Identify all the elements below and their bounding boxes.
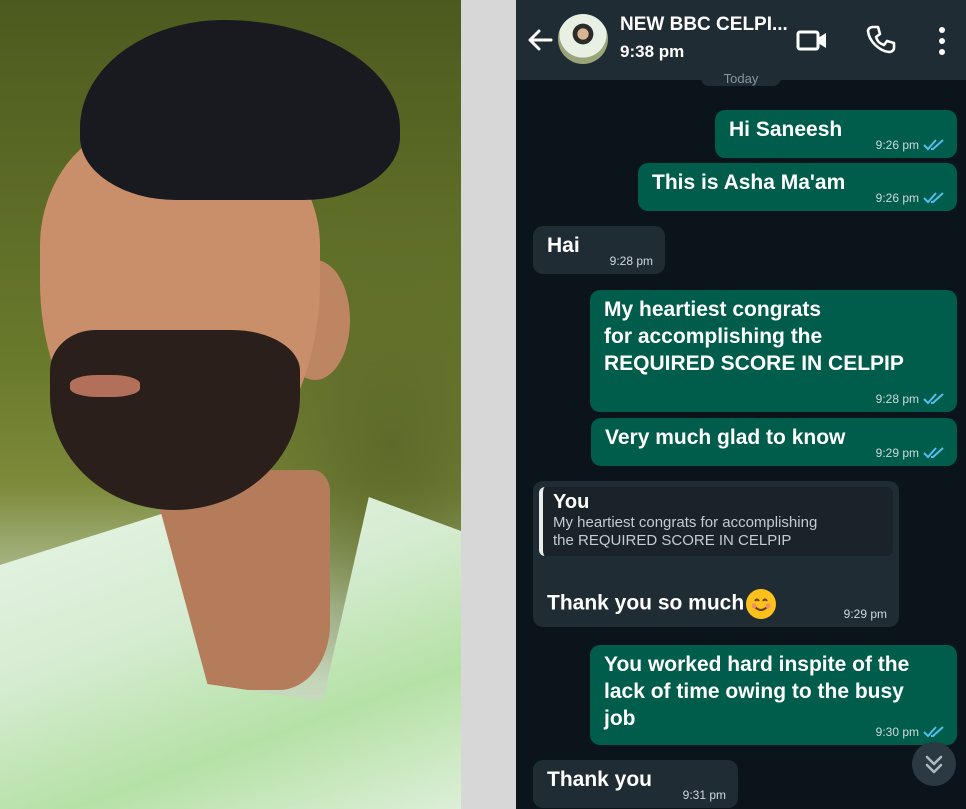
quoted-message[interactable]: You My heartiest congrats for accomplish… [539, 487, 893, 556]
video-call-icon[interactable] [796, 26, 828, 54]
message-meta: 9:26 pm [876, 191, 945, 205]
message-text: You worked hard inspite of the lack of t… [604, 653, 910, 730]
photo-hair [80, 20, 400, 200]
quote-author: You [553, 491, 590, 513]
more-options-icon[interactable] [934, 26, 950, 56]
scroll-down-icon [925, 755, 943, 774]
smiling-face-emoji [746, 589, 777, 619]
chat-screen: NEW BBC CELPI... 9:38 pm Today Hi Sanees… [516, 0, 966, 809]
outgoing-message[interactable]: Hi Saneesh 9:26 pm [715, 110, 957, 158]
message-meta: 9:30 pm [876, 725, 945, 739]
read-receipt-icon [923, 726, 944, 738]
outgoing-message[interactable]: Very much glad to know 9:29 pm [591, 418, 957, 466]
outgoing-message[interactable]: My heartiest congrats for accomplishing … [590, 290, 957, 412]
voice-call-icon[interactable] [866, 24, 896, 54]
incoming-message[interactable]: Thank you 9:31 pm [533, 760, 738, 808]
message-text: My heartiest congrats for accomplishing … [604, 298, 904, 375]
outgoing-message[interactable]: This is Asha Ma'am 9:26 pm [638, 163, 957, 211]
message-meta: 9:28 pm [876, 392, 945, 406]
message-text-row: Thank you so much [539, 562, 893, 619]
photo-mouth [70, 375, 140, 397]
profile-photo [0, 0, 461, 809]
message-text: Thank you so much [547, 591, 745, 615]
message-time: 9:26 pm [875, 191, 919, 205]
message-time: 9:28 pm [609, 254, 653, 268]
message-meta: 9:31 pm [683, 788, 726, 802]
message-time: 9:28 pm [875, 392, 919, 406]
scroll-down-button[interactable] [912, 742, 956, 786]
image-divider [461, 0, 516, 809]
read-receipt-icon [923, 139, 944, 151]
back-arrow-icon[interactable] [526, 26, 554, 54]
message-meta: 9:28 pm [610, 254, 653, 268]
chat-title[interactable]: NEW BBC CELPI... [620, 14, 788, 36]
message-list: Hi Saneesh 9:26 pm This is Asha Ma'am 9:… [516, 80, 966, 809]
incoming-message[interactable]: Hai 9:28 pm [533, 226, 665, 274]
chat-status-time: 9:38 pm [620, 42, 685, 61]
incoming-reply-message[interactable]: You My heartiest congrats for accomplish… [533, 481, 899, 627]
message-meta: 9:26 pm [876, 138, 945, 152]
read-receipt-icon [923, 192, 944, 204]
outgoing-message[interactable]: You worked hard inspite of the lack of t… [590, 645, 957, 745]
message-time: 9:26 pm [875, 138, 919, 152]
message-time: 9:30 pm [875, 725, 919, 739]
read-receipt-icon [923, 447, 944, 459]
message-meta: 9:29 pm [844, 607, 887, 621]
message-time: 9:29 pm [843, 607, 887, 621]
quote-text: My heartiest congrats for accomplishing … [553, 514, 818, 549]
message-time: 9:29 pm [875, 446, 919, 460]
contact-avatar[interactable] [558, 14, 608, 64]
message-meta: 9:29 pm [876, 446, 945, 460]
message-time: 9:31 pm [682, 788, 726, 802]
read-receipt-icon [923, 393, 944, 405]
